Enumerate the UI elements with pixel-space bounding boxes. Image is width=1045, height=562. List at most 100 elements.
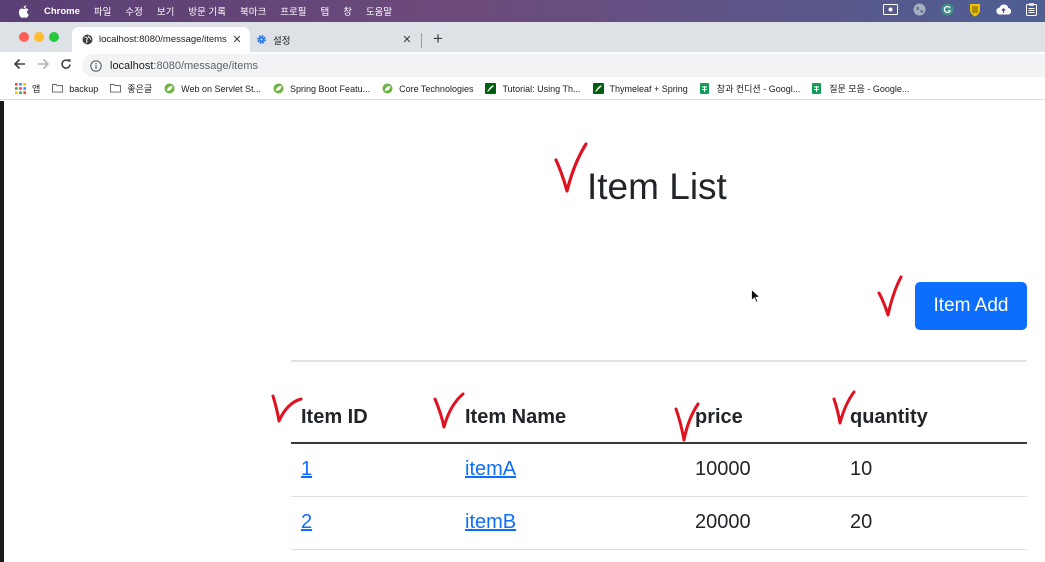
bookmark-thymeleaf-tutorial[interactable]: Tutorial: Using Th... <box>485 83 581 94</box>
tab-strip: localhost:8080/message/items ✕ 설정 ✕ + <box>0 22 1045 52</box>
grammarly-icon[interactable] <box>941 3 954 19</box>
url-text[interactable]: localhost:8080/message/items <box>110 60 258 72</box>
screen: Chrome 파일 수정 보기 방문 기록 북마크 프로필 탭 창 도움말 lo… <box>0 0 1045 562</box>
apps-grid-icon <box>15 83 26 94</box>
column-header-item-id: Item ID <box>301 406 368 428</box>
norton-shield-icon[interactable] <box>969 3 981 20</box>
bookmark-label: Tutorial: Using Th... <box>502 83 581 94</box>
status-tray <box>883 3 1037 19</box>
url-path: :8080/message/items <box>153 59 258 72</box>
window-minimize-button[interactable] <box>34 32 44 42</box>
item-name-link[interactable]: itemA <box>465 458 516 480</box>
bookmark-google-sheet-questions[interactable]: 질문 모음 - Google... <box>812 82 909 95</box>
spring-leaf-icon <box>382 83 393 94</box>
tab-title: 설정 <box>273 35 291 47</box>
bookmark-google-sheet-condition[interactable]: 참과 컨디션 - Googl... <box>699 82 801 95</box>
browser-toolbar: localhost:8080/message/items <box>0 52 1045 78</box>
annotation-check-mark-icon <box>832 390 856 425</box>
tab-close-icon[interactable]: ✕ <box>400 33 414 46</box>
bookmark-label: Web on Servlet St... <box>181 83 262 94</box>
tab-close-icon[interactable]: ✕ <box>230 33 244 46</box>
address-bar[interactable]: localhost:8080/message/items <box>82 54 1045 77</box>
clipboard-icon[interactable] <box>1026 3 1037 19</box>
window-zoom-button[interactable] <box>49 32 59 42</box>
menu-edit[interactable]: 수정 <box>125 4 142 18</box>
item-name-link[interactable]: itemB <box>465 511 516 533</box>
info-icon[interactable] <box>90 59 102 72</box>
bookmark-label: 앱 <box>32 84 41 94</box>
item-id-cell: 1 <box>301 458 312 481</box>
divider <box>291 360 1027 362</box>
annotation-check-mark-icon <box>433 392 465 429</box>
cloud-upload-icon[interactable] <box>996 4 1012 18</box>
menu-bookmarks[interactable]: 북마크 <box>240 4 266 18</box>
thymeleaf-icon <box>485 83 497 94</box>
spring-leaf-icon <box>164 83 175 94</box>
folder-icon <box>110 83 122 94</box>
item-name-cell: itemA <box>465 458 516 481</box>
menu-tab[interactable]: 탭 <box>320 4 329 18</box>
tab-title: localhost:8080/message/items <box>99 34 227 45</box>
menu-window[interactable]: 창 <box>343 4 352 18</box>
bookmark-spring-boot-features[interactable]: Spring Boot Featu... <box>273 83 370 94</box>
bookmark-label: 참과 컨디션 - Googl... <box>716 84 801 94</box>
bookmark-label: 좋은글 <box>127 84 153 94</box>
table-row: 1 itemA 10000 10 <box>291 444 1027 497</box>
page-title: Item List <box>587 166 727 207</box>
table-row: 2 itemB 20000 20 <box>291 497 1027 550</box>
bookmark-folder-good-writing[interactable]: 좋은글 <box>110 82 152 95</box>
item-add-button[interactable]: Item Add <box>915 282 1027 330</box>
menu-file[interactable]: 파일 <box>94 4 111 18</box>
items-table: Item ID Item Name price quantity 1 itemA… <box>291 394 1027 550</box>
annotation-check-mark-icon <box>554 142 588 193</box>
thymeleaf-icon <box>592 83 604 94</box>
url-host: localhost <box>110 59 154 72</box>
page-content: Item List Item Add Item ID Item Name pri… <box>0 101 1045 562</box>
macos-menu-bar: Chrome 파일 수정 보기 방문 기록 북마크 프로필 탭 창 도움말 <box>0 0 1045 22</box>
reload-icon[interactable] <box>59 57 73 71</box>
menu-history[interactable]: 방문 기록 <box>188 4 226 18</box>
apple-icon[interactable] <box>18 4 32 18</box>
bookmark-web-on-servlet[interactable]: Web on Servlet St... <box>164 83 261 94</box>
bookmark-label: Thymeleaf + Spring <box>609 83 688 94</box>
google-sheets-icon <box>812 83 823 94</box>
item-id-link[interactable]: 2 <box>301 511 312 533</box>
bookmark-core-technologies[interactable]: Core Technologies <box>382 83 473 94</box>
globe-icon <box>82 34 93 45</box>
tab-separator <box>421 33 422 48</box>
annotation-check-mark-icon <box>674 402 700 442</box>
menu-view[interactable]: 보기 <box>157 4 174 18</box>
gear-icon <box>256 34 267 45</box>
menu-profiles[interactable]: 프로필 <box>280 4 306 18</box>
item-price-cell: 10000 <box>695 458 751 480</box>
folder-icon <box>52 83 64 94</box>
tab-items[interactable]: localhost:8080/message/items ✕ <box>72 27 250 52</box>
menu-app-name[interactable]: Chrome <box>44 6 80 17</box>
camera-icon[interactable] <box>883 4 898 18</box>
item-quantity-cell: 10 <box>850 458 873 480</box>
bookmarks-bar: 앱 backup 좋은글 Web on Servlet St... Spring… <box>0 78 1045 100</box>
globe-icon[interactable] <box>913 3 926 19</box>
item-quantity-cell: 20 <box>850 511 873 533</box>
bookmark-label: 질문 모음 - Google... <box>829 84 910 94</box>
back-arrow-icon[interactable] <box>12 57 26 71</box>
forward-arrow-icon[interactable] <box>36 57 50 71</box>
bookmark-folder-backup[interactable]: backup <box>52 83 98 94</box>
bookmark-label: backup <box>69 83 99 94</box>
item-price-cell: 20000 <box>695 511 751 533</box>
tab-settings[interactable]: 설정 ✕ <box>252 27 420 52</box>
annotation-check-mark-icon <box>877 275 903 317</box>
column-header-item-name: Item Name <box>465 406 567 428</box>
bookmark-label: Spring Boot Featu... <box>290 83 371 94</box>
column-header-price: price <box>695 406 743 428</box>
window-close-button[interactable] <box>19 32 29 42</box>
new-tab-button[interactable]: + <box>428 29 448 49</box>
window-edge <box>0 101 4 562</box>
bookmark-label: Core Technologies <box>399 83 474 94</box>
menu-help[interactable]: 도움말 <box>366 4 392 18</box>
item-id-link[interactable]: 1 <box>301 458 312 480</box>
bookmark-apps[interactable]: 앱 <box>15 82 40 95</box>
bookmark-thymeleaf-spring[interactable]: Thymeleaf + Spring <box>592 83 688 94</box>
mouse-cursor-icon <box>751 289 760 303</box>
table-header: Item ID Item Name price quantity <box>291 394 1027 444</box>
